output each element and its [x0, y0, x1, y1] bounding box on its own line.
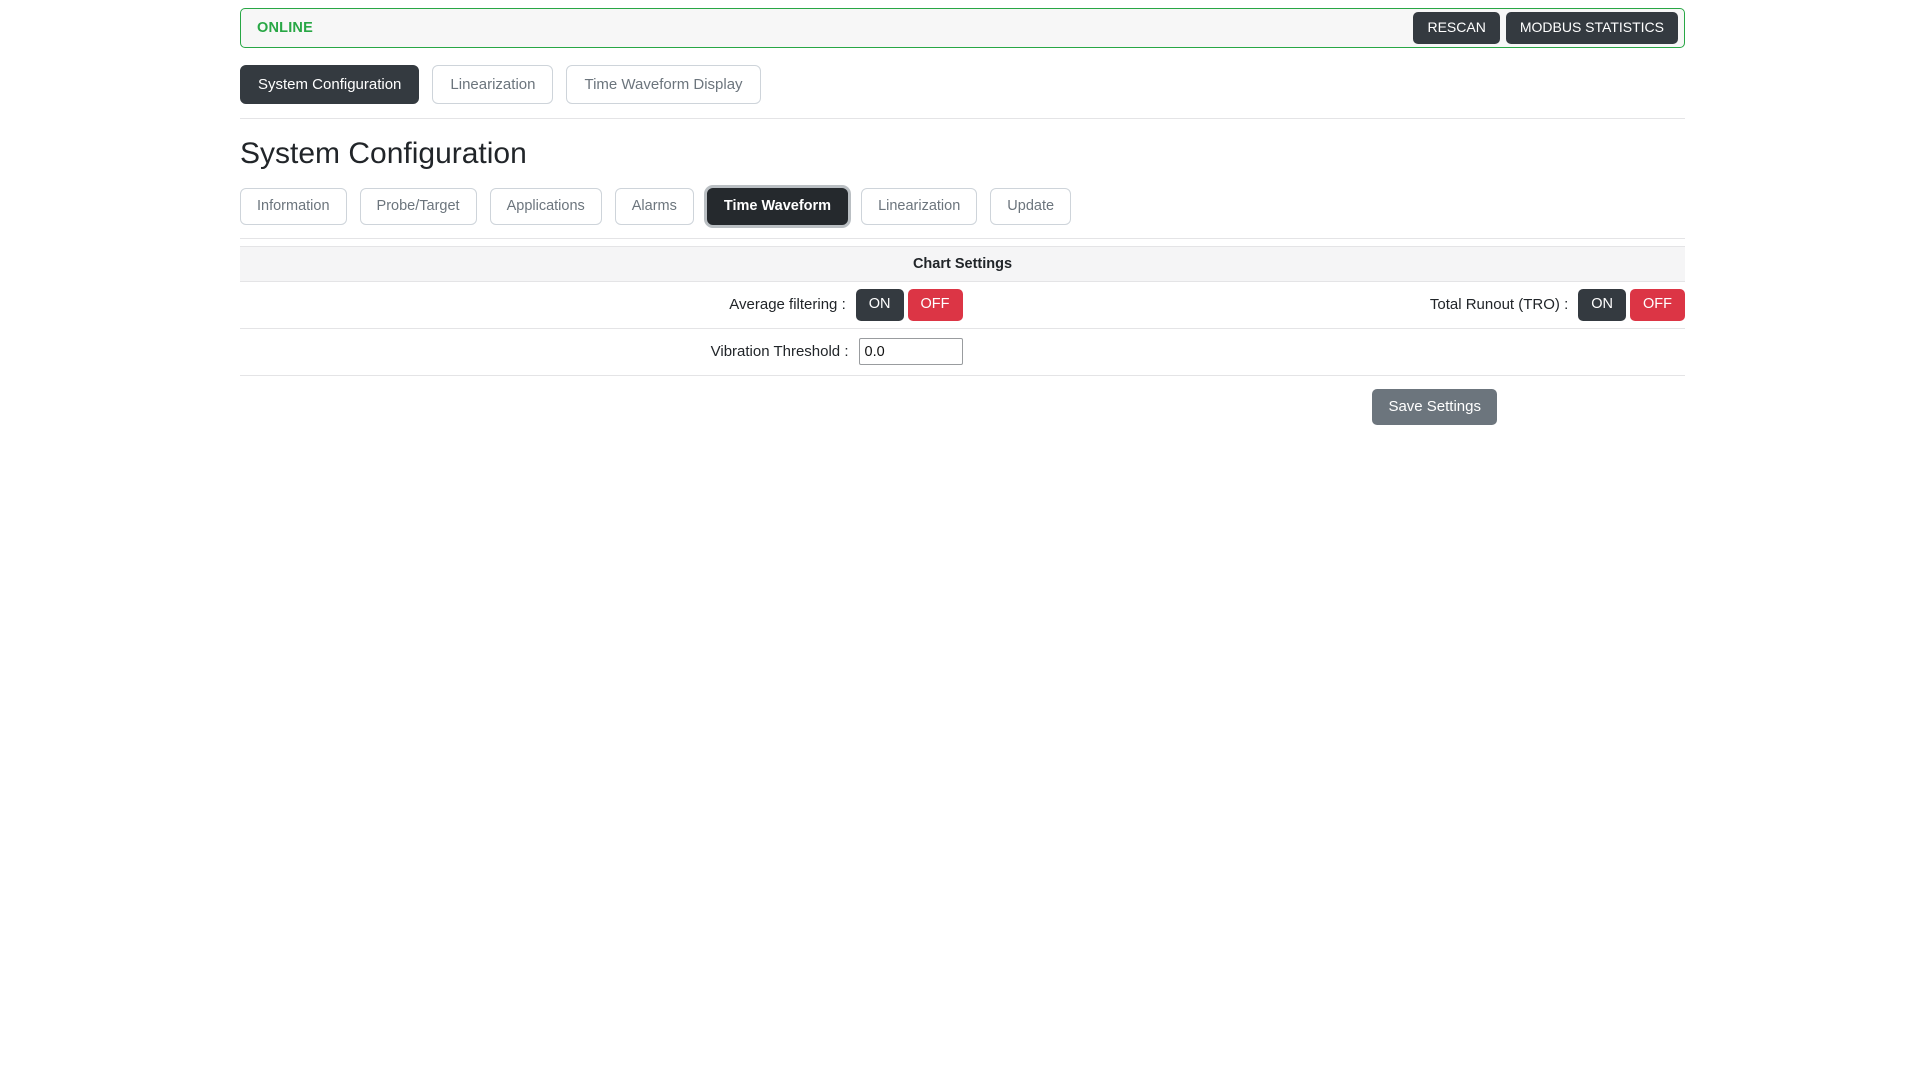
subtab-linearization[interactable]: Linearization: [861, 188, 978, 225]
average-filtering-group: Average filtering : ON OFF: [240, 288, 963, 321]
tab-linearization[interactable]: Linearization: [432, 65, 554, 105]
page-title: System Configuration: [240, 137, 527, 171]
average-filtering-on-button[interactable]: ON: [855, 288, 904, 321]
chart-settings-panel: Chart Settings Average filtering : ON OF…: [240, 245, 1685, 426]
average-filtering-label: Average filtering :: [729, 296, 846, 314]
app-page: ONLINE RESCAN MODBUS STATISTICS System C…: [0, 0, 1920, 1080]
tab-system-configuration[interactable]: System Configuration: [240, 65, 420, 105]
save-settings-button[interactable]: Save Settings: [1372, 388, 1497, 426]
status-badge: ONLINE: [257, 20, 313, 36]
subtab-update[interactable]: Update: [990, 188, 1072, 225]
average-filtering-toggle: ON OFF: [855, 288, 963, 321]
modbus-statistics-button[interactable]: MODBUS STATISTICS: [1505, 12, 1678, 44]
banner-actions: RESCAN MODBUS STATISTICS: [1413, 12, 1678, 44]
subtab-information[interactable]: Information: [240, 188, 347, 225]
settings-row-vibration-threshold: Vibration Threshold :: [240, 329, 1685, 376]
subtab-time-waveform[interactable]: Time Waveform: [706, 188, 849, 225]
vibration-threshold-input[interactable]: [858, 338, 963, 366]
subtab-alarms[interactable]: Alarms: [614, 188, 694, 225]
vibration-threshold-label: Vibration Threshold :: [710, 343, 849, 361]
vibration-threshold-group: Vibration Threshold :: [240, 338, 963, 366]
total-runout-toggle: ON OFF: [1578, 288, 1685, 321]
save-row: Save Settings: [240, 376, 1685, 426]
chart-settings-header: Chart Settings: [240, 245, 1685, 282]
sub-nav: Information Probe/Target Applications Al…: [240, 188, 1685, 239]
total-runout-group: Total Runout (TRO) : ON OFF: [963, 288, 1685, 321]
main-nav: System Configuration Linearization Time …: [240, 65, 1685, 120]
total-runout-label: Total Runout (TRO) :: [1429, 296, 1569, 314]
total-runout-off-button[interactable]: OFF: [1630, 288, 1685, 321]
page-container: ONLINE RESCAN MODBUS STATISTICS System C…: [240, 0, 1685, 426]
subtab-applications[interactable]: Applications: [489, 188, 602, 225]
total-runout-on-button[interactable]: ON: [1578, 288, 1626, 321]
subtab-probe-target[interactable]: Probe/Target: [359, 188, 477, 225]
tab-time-waveform-display[interactable]: Time Waveform Display: [566, 65, 761, 105]
average-filtering-off-button[interactable]: OFF: [907, 288, 963, 321]
status-banner: ONLINE RESCAN MODBUS STATISTICS: [240, 8, 1685, 48]
rescan-button[interactable]: RESCAN: [1413, 12, 1500, 44]
settings-row-toggles: Average filtering : ON OFF Total Runout …: [240, 282, 1685, 329]
